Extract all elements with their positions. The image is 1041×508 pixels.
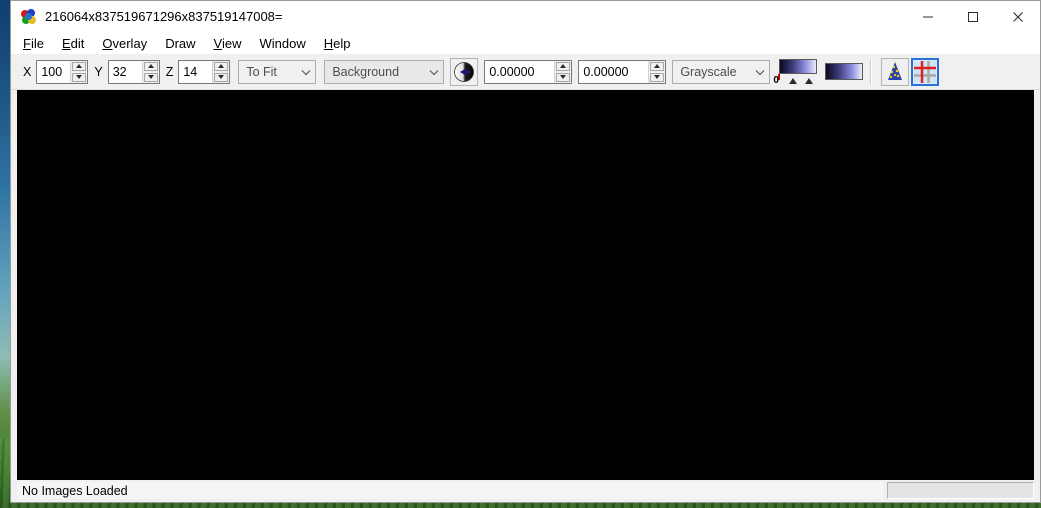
chevron-down-icon — [301, 63, 311, 81]
menu-label-edit: dit — [70, 35, 85, 51]
menu-accel-edit: E — [61, 35, 71, 51]
z-coord-spin-down[interactable] — [214, 72, 229, 82]
menu-accel-overlay: O — [102, 35, 113, 51]
z-coord-input[interactable]: 14 — [179, 60, 213, 83]
crosshair-grid-icon — [914, 60, 937, 83]
x-coord-stepper[interactable]: 100 — [36, 59, 89, 84]
menu-item-overlay[interactable]: Overlay — [102, 36, 147, 51]
menu-accel-file: F — [23, 35, 31, 51]
intensity-min-spin-buttons — [554, 60, 572, 83]
x-coord-input[interactable]: 100 — [37, 60, 71, 83]
menu-bar: File Edit Overlay Draw View Window Help — [11, 32, 1040, 54]
menu-item-help[interactable]: Help — [324, 36, 351, 51]
status-message: No Images Loaded — [17, 482, 883, 499]
colormap-handle-high[interactable] — [805, 77, 814, 84]
x-coord-spin-up[interactable] — [72, 61, 87, 71]
menu-label-file: ile — [30, 35, 44, 51]
title-bar: 216064x837519671296x837519147008= — [11, 1, 1040, 32]
z-coord-spin-up[interactable] — [214, 61, 229, 71]
z-coord-spin-buttons — [212, 60, 230, 83]
y-coord-spin-up[interactable] — [143, 61, 158, 71]
menu-item-file[interactable]: File — [23, 36, 44, 51]
crosshair-button[interactable] — [911, 57, 940, 86]
intensity-max-spin-down[interactable] — [650, 72, 665, 82]
intensity-min-input[interactable]: 0.00000 — [485, 60, 555, 83]
toolbar: X 100 Y 32 Z 14 To Fit Background 0.0000… — [11, 54, 1040, 90]
sphere-arrow-icon — [454, 61, 475, 82]
party-hat-icon — [888, 61, 903, 80]
z-coord-label: Z — [165, 64, 174, 79]
overlay-hat-button[interactable] — [881, 57, 910, 86]
maximize-icon — [967, 11, 978, 22]
minimize-button[interactable] — [905, 1, 950, 32]
close-icon — [1012, 11, 1023, 22]
menu-item-view[interactable]: View — [214, 36, 242, 51]
colormap-zero-label: 0 — [773, 74, 779, 86]
menu-label-overlay: verlay — [112, 35, 148, 51]
menu-item-window[interactable]: Window — [259, 36, 305, 51]
menu-label-view: iew — [221, 35, 242, 51]
intensity-max-input[interactable]: 0.00000 — [579, 60, 649, 83]
intensity-min-stepper[interactable]: 0.00000 — [484, 59, 573, 84]
intensity-max-spin-up[interactable] — [650, 61, 665, 71]
menu-item-edit[interactable]: Edit — [62, 36, 84, 51]
image-canvas[interactable] — [17, 90, 1034, 480]
zoom-select[interactable]: To Fit — [238, 59, 317, 84]
colormap-select-value: Grayscale — [680, 64, 737, 79]
intensity-max-stepper[interactable]: 0.00000 — [578, 59, 667, 84]
colormap-preview-bar[interactable] — [825, 63, 864, 80]
z-coord-stepper[interactable]: 14 — [178, 59, 231, 84]
close-button[interactable] — [995, 1, 1040, 32]
rotate-button[interactable] — [450, 57, 479, 86]
brain-icon — [21, 8, 37, 25]
status-bar: No Images Loaded — [11, 480, 1040, 502]
application-window: 216064x837519671296x837519147008= File E… — [10, 0, 1041, 503]
toolbar-separator — [870, 58, 873, 85]
layer-select-value: Background — [332, 64, 400, 79]
chevron-down-icon — [755, 63, 765, 81]
window-controls — [905, 1, 1040, 32]
intensity-max-spin-buttons — [648, 60, 666, 83]
menu-accel-help: H — [323, 35, 334, 51]
y-coord-label: Y — [94, 64, 103, 79]
colormap-handle-low[interactable] — [789, 77, 798, 84]
layer-select[interactable]: Background — [324, 59, 445, 84]
x-coord-spin-down[interactable] — [72, 72, 87, 82]
menu-label-draw: Draw — [165, 35, 196, 51]
intensity-min-spin-down[interactable] — [556, 72, 571, 82]
y-coord-input[interactable]: 32 — [108, 60, 142, 83]
menu-accel-view: V — [213, 35, 222, 51]
menu-item-draw[interactable]: Draw — [165, 36, 195, 51]
chevron-down-icon — [429, 63, 439, 81]
status-right-panel — [887, 482, 1034, 499]
colormap-gradient-bar — [779, 58, 818, 74]
y-coord-spin-buttons — [141, 60, 159, 83]
colormap-histogram-widget[interactable]: 0 — [773, 58, 819, 86]
y-coord-spin-down[interactable] — [143, 72, 158, 82]
zoom-select-value: To Fit — [246, 64, 277, 79]
colormap-select[interactable]: Grayscale — [672, 59, 771, 84]
intensity-min-spin-up[interactable] — [556, 61, 571, 71]
menu-label-window: Window — [259, 35, 306, 51]
menu-label-help: elp — [333, 35, 351, 51]
y-coord-stepper[interactable]: 32 — [107, 59, 160, 84]
window-title: 216064x837519671296x837519147008= — [45, 9, 283, 24]
x-coord-spin-buttons — [70, 60, 88, 83]
minimize-icon — [922, 16, 933, 17]
maximize-button[interactable] — [950, 1, 995, 32]
x-coord-label: X — [23, 64, 32, 79]
